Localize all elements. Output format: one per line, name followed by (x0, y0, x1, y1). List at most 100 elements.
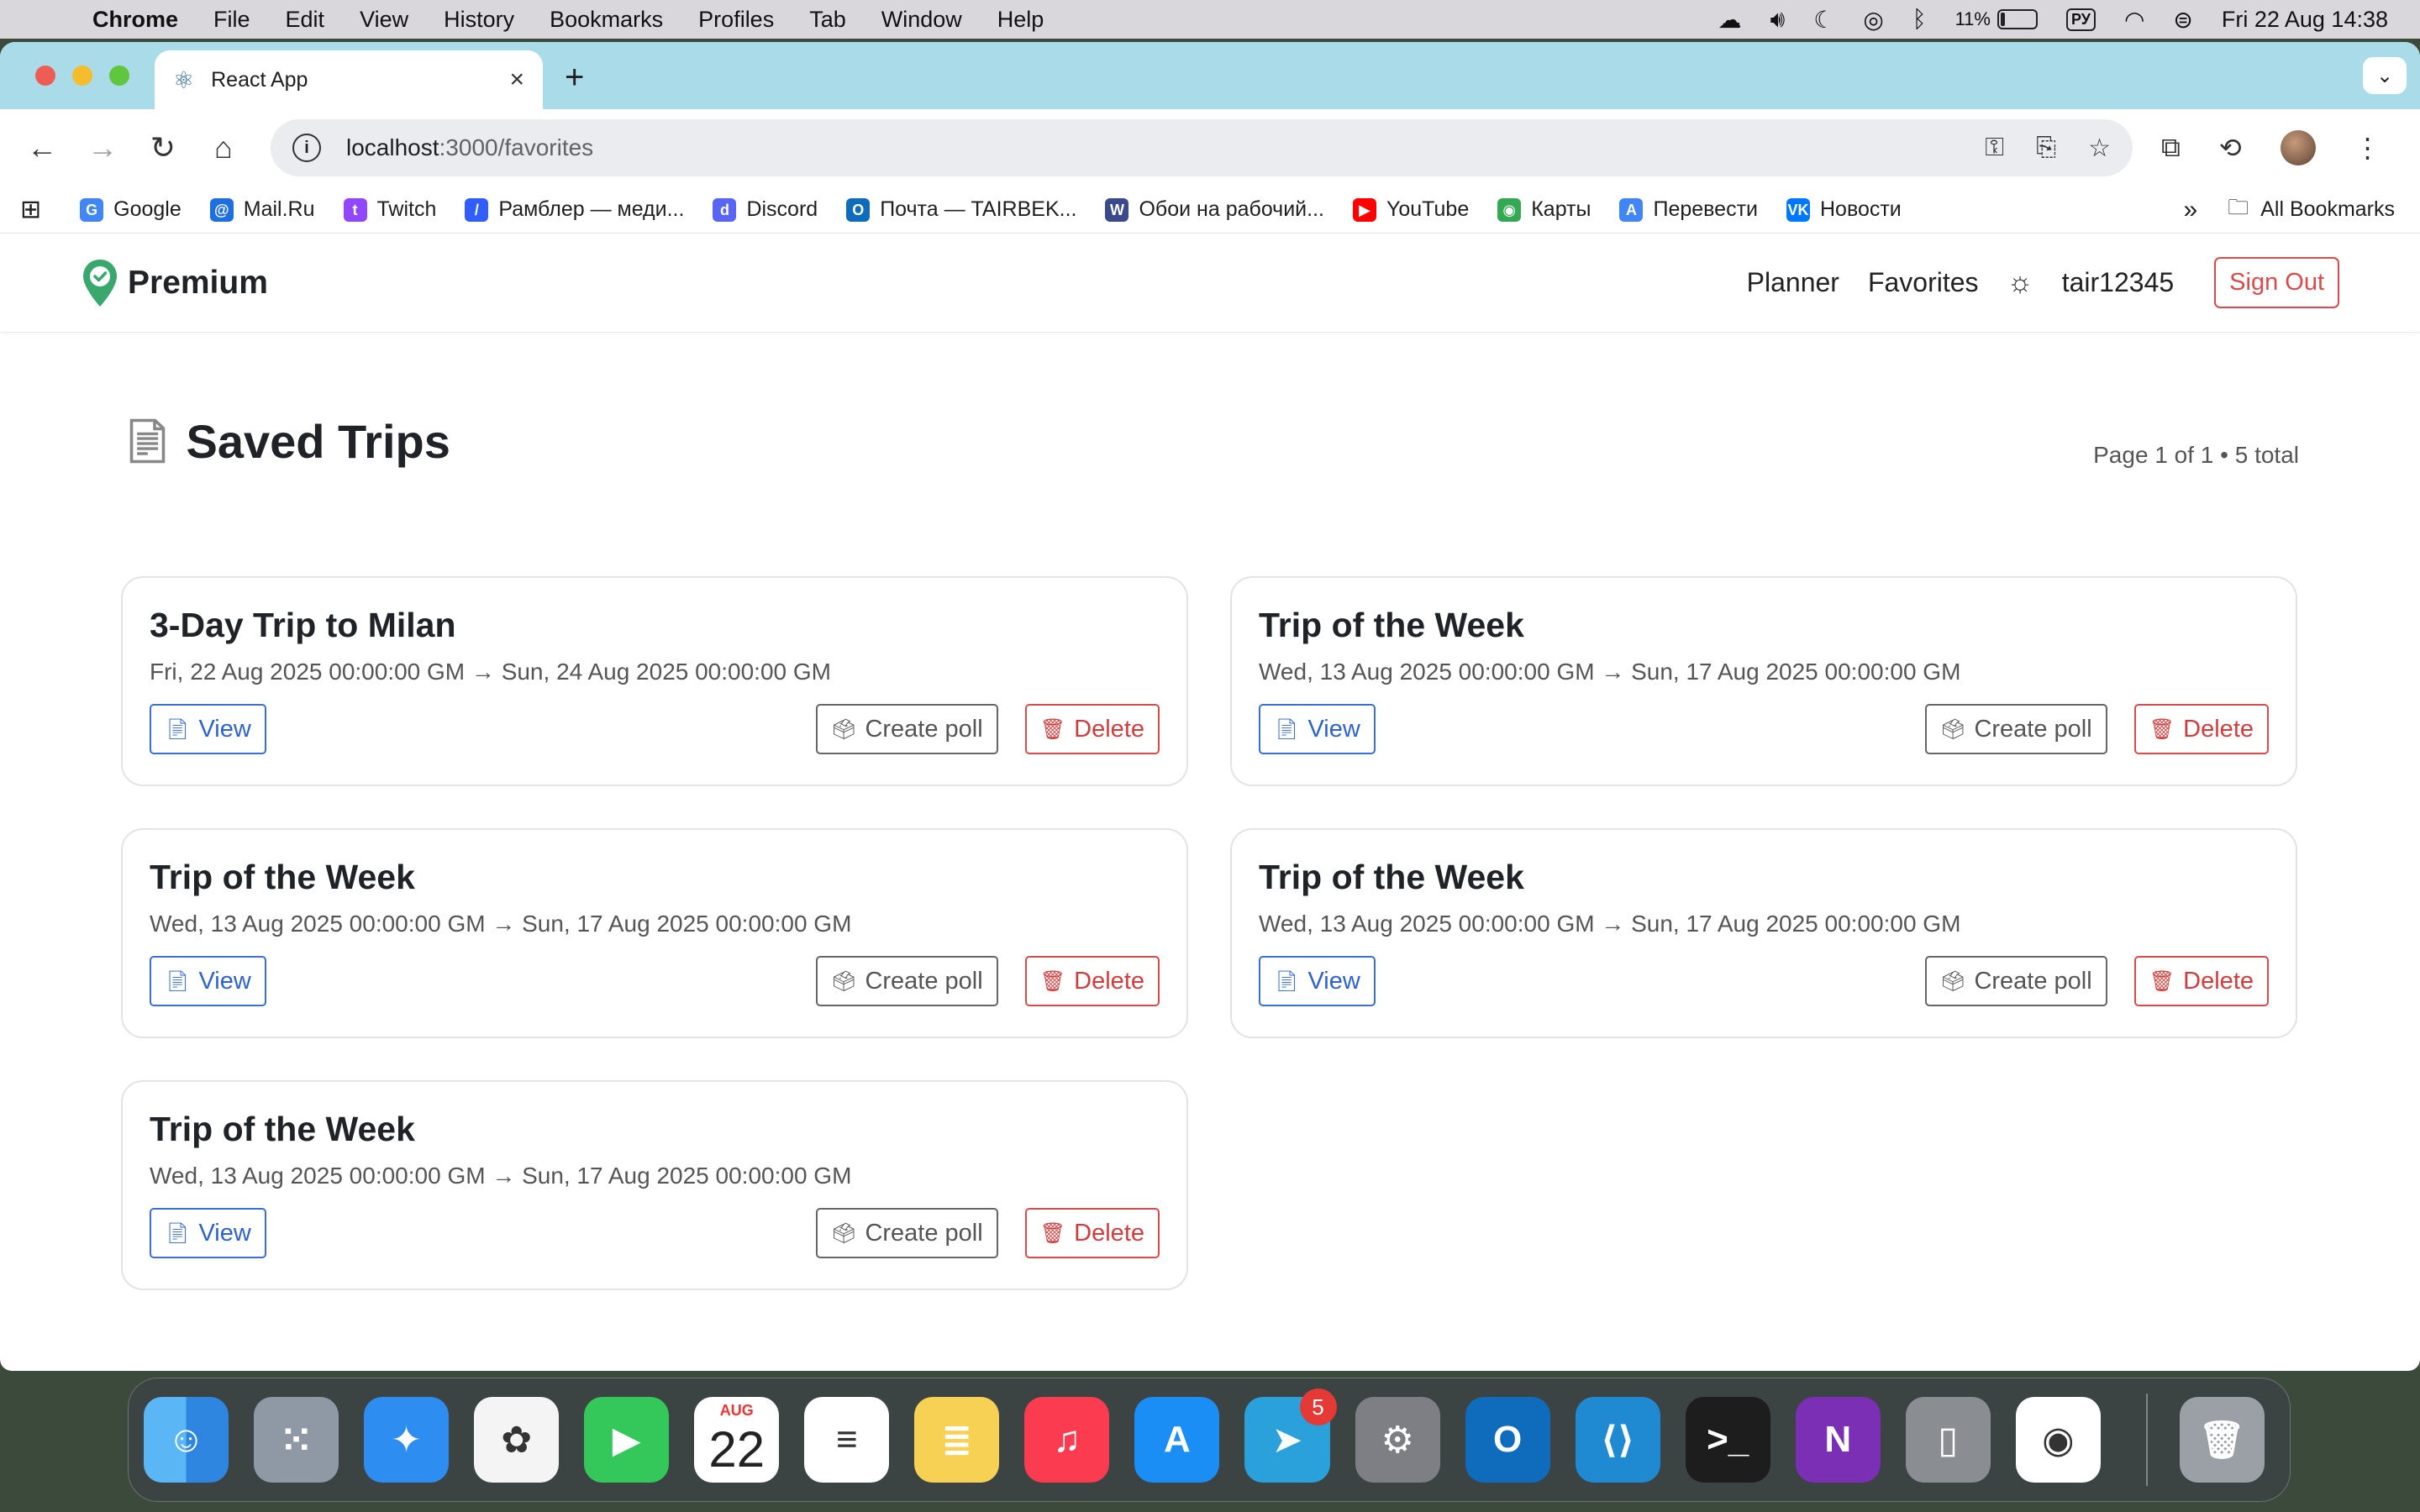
performance-icon[interactable]: ⟲ (2219, 132, 2242, 164)
document-icon: 📄︎ (165, 717, 191, 741)
forward-button[interactable]: → (82, 130, 123, 165)
onenote-glyph: N (1824, 1419, 1852, 1460)
menu-history[interactable]: History (444, 7, 514, 33)
dock-reminders-icon[interactable]: ≡ (804, 1397, 890, 1483)
create-poll-button[interactable]: 🗳︎ Create poll (815, 956, 998, 1006)
dock-safari-icon[interactable]: ✦ (364, 1397, 450, 1483)
creative-cloud-icon[interactable]: ☁ (1718, 6, 1742, 34)
menu-edit[interactable]: Edit (286, 7, 325, 33)
nav-planner-link[interactable]: Planner (1747, 267, 1839, 298)
home-button[interactable]: ⌂ (203, 130, 244, 165)
chrome-menu-icon[interactable]: ⋮ (2354, 132, 2381, 164)
page-title: 📄︎ Saved Trips (121, 414, 450, 469)
dock-launchpad-icon[interactable]: ⁙ (254, 1397, 339, 1483)
bookmark-star-icon[interactable]: ☆ (2088, 134, 2111, 163)
dock-photos-icon[interactable]: ✿ (474, 1397, 560, 1483)
bookmark-item[interactable]: O Почта — TAIRBEK... (846, 197, 1076, 222)
delete-trip-button[interactable]: 🗑︎ Delete (2133, 956, 2269, 1006)
dock-outlook-icon[interactable]: O (1465, 1397, 1550, 1483)
menu-tab[interactable]: Tab (809, 7, 846, 33)
dock-system-settings-icon[interactable]: ⚙ (1355, 1397, 1440, 1483)
dock-notes-icon[interactable]: ≣ (914, 1397, 1000, 1483)
dock-telegram-icon[interactable]: ➤ 5 (1244, 1389, 1337, 1483)
view-trip-button[interactable]: 📄︎ View (1259, 704, 1376, 754)
site-info-icon[interactable]: i (292, 134, 321, 162)
menubar-clock[interactable]: Fri 22 Aug 14:38 (2222, 7, 2388, 33)
menu-app-name[interactable]: Chrome (92, 7, 178, 33)
delete-trip-button[interactable]: 🗑︎ Delete (2133, 704, 2269, 754)
dock-vscode-icon[interactable]: ⟨⟩ (1575, 1397, 1660, 1483)
bookmark-item[interactable]: G Google (80, 197, 182, 222)
bookmark-item[interactable]: d Discord (713, 197, 818, 222)
menu-help[interactable]: Help (997, 7, 1044, 33)
dock-app-store-icon[interactable]: A (1134, 1397, 1220, 1483)
close-window-button[interactable] (35, 66, 55, 86)
bookmark-item[interactable]: @ Mail.Ru (209, 197, 315, 222)
bookmark-item[interactable]: ◉ Карты (1497, 197, 1591, 222)
bookmark-item[interactable]: VK Новости (1786, 197, 1902, 222)
view-trip-button[interactable]: 📄︎ View (150, 704, 266, 754)
create-poll-button[interactable]: 🗳︎ Create poll (815, 1208, 998, 1258)
bookmark-item[interactable]: / Рамблер — меди... (465, 197, 684, 222)
address-bar[interactable]: i localhost:3000/favorites ⚿ ⎘ ☆ (271, 119, 2133, 176)
menu-window[interactable]: Window (881, 7, 962, 33)
control-center-icon[interactable]: ⊜ (2173, 6, 2192, 34)
install-app-icon[interactable]: ⎘ (2036, 134, 2056, 163)
dock-onenote-icon[interactable]: N (1795, 1397, 1881, 1483)
dock-music-icon[interactable]: ♫ (1024, 1397, 1110, 1483)
dock-calendar-icon[interactable]: AUG 22 (694, 1397, 780, 1483)
apps-grid-icon[interactable]: ⊞ (20, 195, 41, 224)
reload-button[interactable]: ↻ (143, 130, 183, 165)
dock-trash-icon[interactable]: 🗑︎ (2179, 1397, 2265, 1483)
menu-file[interactable]: File (213, 7, 250, 33)
all-bookmarks-button[interactable]: 🗀 All Bookmarks (2228, 192, 2395, 228)
battery-status[interactable]: 11% (1955, 8, 2038, 30)
bookmark-item[interactable]: W Обои на рабочий... (1105, 197, 1324, 222)
view-trip-button[interactable]: 📄︎ View (1259, 956, 1376, 1006)
bookmark-item[interactable]: A Перевести (1619, 197, 1758, 222)
create-poll-button[interactable]: 🗳︎ Create poll (1924, 704, 2107, 754)
delete-trip-button[interactable]: 🗑︎ Delete (1024, 1208, 1160, 1258)
back-button[interactable]: ← (22, 130, 62, 165)
password-key-icon[interactable]: ⚿ (1985, 134, 2004, 163)
bluetooth-icon[interactable]: ᛒ (1912, 6, 1927, 33)
username-label[interactable]: tair12345 (2062, 267, 2174, 298)
view-trip-button[interactable]: 📄︎ View (150, 1208, 266, 1258)
trip-dates: Wed, 13 Aug 2025 00:00:00 GM → Sun, 17 A… (1259, 659, 1961, 685)
zoom-window-button[interactable] (109, 66, 129, 86)
view-trip-button[interactable]: 📄︎ View (150, 956, 266, 1006)
tab-search-chevron-icon[interactable]: ⌄ (2363, 57, 2407, 94)
nav-favorites-link[interactable]: Favorites (1868, 267, 1979, 298)
dock-iphone-mirroring-icon[interactable]: ▯ (1905, 1397, 1991, 1483)
dock-chrome-icon[interactable]: ◉ (2015, 1397, 2101, 1483)
input-source-indicator[interactable]: РУ (2065, 8, 2096, 31)
brand-logo[interactable]: Premium (81, 258, 268, 308)
dock-finder-icon[interactable]: ☺ (144, 1397, 229, 1483)
bookmark-item[interactable]: t Twitch (343, 197, 436, 222)
profile-avatar[interactable] (2280, 130, 2316, 165)
delete-trip-button[interactable]: 🗑︎ Delete (1024, 704, 1160, 754)
close-tab-icon[interactable]: × (509, 66, 524, 94)
more-bookmarks-chevron-icon[interactable]: » (2184, 196, 2198, 224)
theme-toggle-sun-icon[interactable]: ☼ (2007, 266, 2033, 299)
dock-terminal-icon[interactable]: >_ (1685, 1397, 1770, 1483)
delete-trip-button[interactable]: 🗑︎ Delete (1024, 956, 1160, 1006)
create-poll-button[interactable]: 🗳︎ Create poll (1924, 956, 2107, 1006)
minimize-window-button[interactable] (72, 66, 92, 86)
focus-moon-icon[interactable]: ☾ (1813, 6, 1834, 34)
menu-bookmarks[interactable]: Bookmarks (550, 7, 663, 33)
dock-facetime-icon[interactable]: ▶ (584, 1397, 670, 1483)
airdrop-icon[interactable]: ◎ (1863, 6, 1883, 34)
wifi-icon[interactable]: ◠ (2124, 6, 2144, 34)
create-poll-button[interactable]: 🗳︎ Create poll (815, 704, 998, 754)
bookmark-item[interactable]: ▶ YouTube (1352, 197, 1469, 222)
new-tab-button[interactable]: + (565, 59, 584, 97)
menu-profiles[interactable]: Profiles (698, 7, 774, 33)
extensions-puzzle-icon[interactable]: ⧉ (2161, 132, 2181, 164)
sign-out-button[interactable]: Sign Out (2214, 257, 2339, 308)
tab-react-app[interactable]: ⚛ React App × (155, 50, 543, 109)
view-label: View (198, 715, 251, 743)
menu-view[interactable]: View (360, 7, 408, 33)
macos-dock: ☺ ⁙ ✦ ✿ ▶ AUG 22 ≡ ≣ ♫ A ➤ 5 ⚙ O ⟨⟩ >_ N ▯ ◉ 🗑︎ (128, 1378, 2291, 1502)
volume-icon[interactable]: 🔊︎ (1770, 6, 1786, 34)
